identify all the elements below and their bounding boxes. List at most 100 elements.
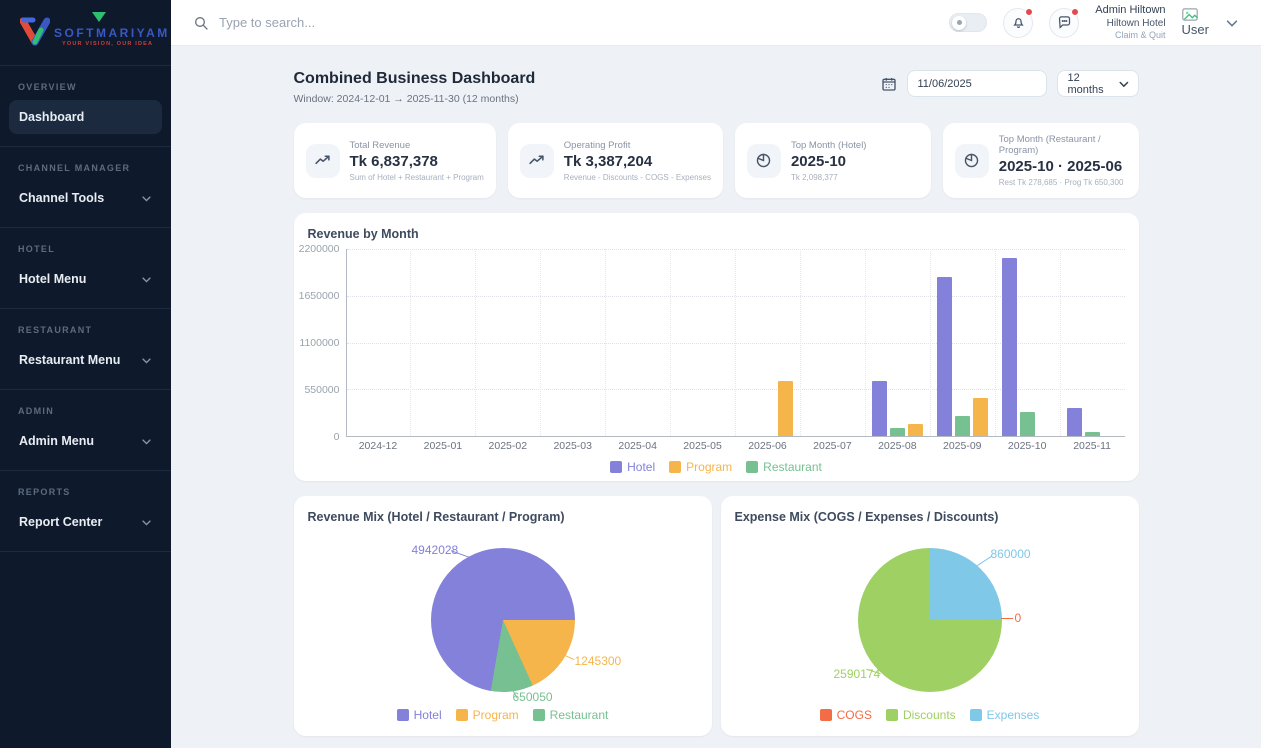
x-tick: 2025-08 — [865, 440, 930, 452]
chevron-down-icon[interactable] — [1225, 16, 1239, 30]
kpi-value: 2025-10 · 2025-06 — [999, 158, 1127, 175]
kpi-label: Operating Profit — [564, 140, 711, 151]
kpi-operating-profit: Operating Profit Tk 3,387,204 Revenue - … — [508, 123, 723, 198]
legend-item-restaurant[interactable]: Restaurant — [533, 708, 609, 722]
expense-mix-card: Expense Mix (COGS / Expenses / Discounts… — [721, 496, 1139, 736]
bar-plot-area — [346, 249, 1125, 437]
sidebar-divider — [0, 551, 171, 552]
chevron-down-icon — [141, 436, 152, 447]
range-select[interactable]: 12 months — [1057, 70, 1139, 97]
bar-month-group-2025-05 — [670, 249, 735, 436]
date-input[interactable] — [907, 70, 1047, 97]
x-tick: 2025-10 — [995, 440, 1060, 452]
kpi-label: Top Month (Restaurant / Program) — [999, 134, 1127, 156]
bar-program-2025-09[interactable] — [973, 398, 988, 436]
kpi-sub: Tk 2,098,377 — [791, 173, 867, 182]
sidebar-section-channel-manager: CHANNEL MANAGER — [0, 147, 171, 181]
legend-swatch — [669, 461, 681, 473]
sidebar-item-channel-tools[interactable]: Channel Tools — [9, 181, 162, 215]
legend-item-discounts[interactable]: Discounts — [886, 708, 956, 722]
kpi-total-revenue: Total Revenue Tk 6,837,378 Sum of Hotel … — [294, 123, 496, 198]
kpi-label: Total Revenue — [350, 140, 484, 151]
bar-y-axis: 2200000 1650000 1100000 550000 0 — [302, 249, 346, 437]
notifications-button[interactable] — [1003, 8, 1033, 38]
kpi-sub: Rest Tk 278,685 · Prog Tk 650,300 — [999, 178, 1127, 187]
kpi-sub: Revenue - Discounts - COGS - Expenses — [564, 173, 711, 182]
bar-x-axis: 2024-12 2025-01 2025-02 2025-03 2025-04 … — [294, 437, 1139, 452]
bar-month-group-2025-08 — [865, 249, 930, 436]
trending-up-icon — [314, 152, 331, 169]
legend-label: Expenses — [987, 708, 1040, 722]
bar-restaurant-2025-09[interactable] — [955, 416, 970, 436]
bar-hotel-2025-08[interactable] — [872, 381, 887, 436]
messages-button[interactable] — [1049, 8, 1079, 38]
user-name: Admin Hiltown — [1095, 4, 1165, 18]
sidebar-item-dashboard[interactable]: Dashboard — [9, 100, 162, 134]
bar-month-group-2025-07 — [800, 249, 865, 436]
sidebar-item-label: Channel Tools — [19, 191, 104, 205]
kpi-row: Total Revenue Tk 6,837,378 Sum of Hotel … — [294, 123, 1139, 198]
chevron-down-icon — [141, 517, 152, 528]
bar-restaurant-2025-11[interactable] — [1085, 432, 1100, 436]
x-tick: 2024-12 — [346, 440, 411, 452]
legend-item-hotel[interactable]: Hotel — [397, 708, 442, 722]
legend-item-expenses[interactable]: Expenses — [970, 708, 1040, 722]
x-tick: 2025-02 — [475, 440, 540, 452]
x-tick: 2025-09 — [930, 440, 995, 452]
search-input[interactable] — [219, 15, 519, 30]
legend-label: Restaurant — [550, 708, 609, 722]
revenue-mix-pie[interactable] — [431, 548, 575, 692]
sidebar-item-label: Hotel Menu — [19, 272, 86, 286]
kpi-label: Top Month (Hotel) — [791, 140, 867, 151]
logo-v-icon — [20, 16, 50, 46]
theme-toggle[interactable] — [949, 13, 987, 32]
legend-label: Hotel — [414, 708, 442, 722]
y-tick: 1650000 — [299, 290, 340, 302]
bar-month-group-2025-10 — [995, 249, 1060, 436]
legend-item-program[interactable]: Program — [456, 708, 519, 722]
sidebar-item-label: Admin Menu — [19, 434, 94, 448]
kpi-top-month-hotel: Top Month (Hotel) 2025-10 Tk 2,098,377 — [735, 123, 931, 198]
x-tick: 2025-05 — [670, 440, 735, 452]
legend-label: Discounts — [903, 708, 956, 722]
brand-tagline: YOUR VISION, OUR IDEA — [62, 41, 153, 47]
bar-program-2025-08[interactable] — [908, 424, 923, 436]
x-tick: 2025-03 — [540, 440, 605, 452]
x-tick: 2025-11 — [1060, 440, 1125, 452]
chevron-down-icon — [141, 274, 152, 285]
calendar-icon — [881, 76, 897, 92]
chart-title: Revenue Mix (Hotel / Restaurant / Progra… — [294, 496, 712, 528]
brand-logo[interactable]: SOFTMARIYAM YOUR VISION, OUR IDEA — [0, 0, 171, 66]
bar-month-group-2025-02 — [475, 249, 540, 436]
sidebar-section-hotel: HOTEL — [0, 228, 171, 262]
pie-label-line — [1001, 618, 1013, 619]
legend-swatch — [820, 709, 832, 721]
sidebar-item-restaurant-menu[interactable]: Restaurant Menu — [9, 343, 162, 377]
legend-item-hotel[interactable]: Hotel — [610, 460, 655, 474]
kpi-sub: Sum of Hotel + Restaurant + Program — [350, 173, 484, 182]
sidebar-item-label: Restaurant Menu — [19, 353, 120, 367]
avatar-alt-text: User — [1182, 22, 1209, 37]
brand-name: SOFTMARIYAM — [54, 26, 170, 40]
main-content: Combined Business Dashboard Window: 2024… — [171, 46, 1261, 748]
legend-label: Program — [473, 708, 519, 722]
sidebar-item-admin-menu[interactable]: Admin Menu — [9, 424, 162, 458]
x-tick: 2025-01 — [410, 440, 475, 452]
bar-hotel-2025-09[interactable] — [937, 277, 952, 436]
legend-item-restaurant[interactable]: Restaurant — [746, 460, 822, 474]
trending-up-icon — [528, 152, 545, 169]
page-subtitle: Window: 2024-12-01 → 2025-11-30 (12 mont… — [294, 93, 536, 105]
bar-program-2025-06[interactable] — [778, 381, 793, 436]
user-avatar[interactable]: User — [1182, 8, 1209, 37]
bar-restaurant-2025-10[interactable] — [1020, 412, 1035, 436]
bar-month-group-2025-09 — [930, 249, 995, 436]
bar-hotel-2025-11[interactable] — [1067, 408, 1082, 436]
bar-month-group-2024-12 — [347, 249, 411, 436]
legend-item-cogs[interactable]: COGS — [820, 708, 872, 722]
bar-hotel-2025-10[interactable] — [1002, 258, 1017, 436]
sidebar-item-report-center[interactable]: Report Center — [9, 505, 162, 539]
bar-restaurant-2025-08[interactable] — [890, 428, 905, 437]
legend-swatch — [533, 709, 545, 721]
legend-item-program[interactable]: Program — [669, 460, 732, 474]
sidebar-item-hotel-menu[interactable]: Hotel Menu — [9, 262, 162, 296]
